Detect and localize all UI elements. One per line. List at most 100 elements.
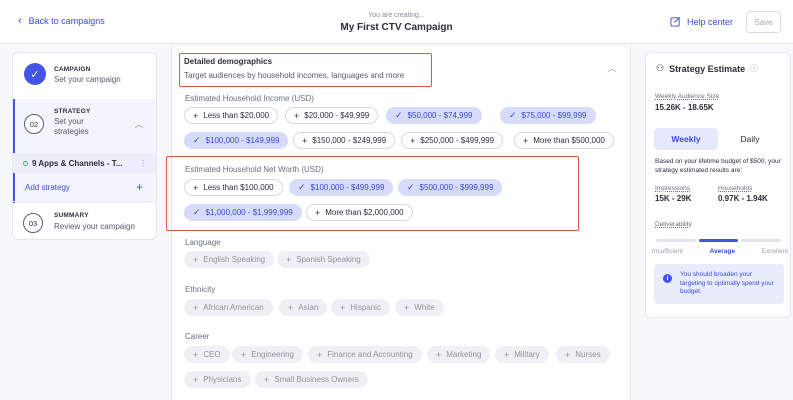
chevron-up-icon[interactable]: ︿: [135, 119, 143, 130]
deliverability-label: Deliverability: [655, 221, 692, 228]
option-chip-label: Engineering: [251, 350, 294, 359]
strategy-item[interactable]: 9 Apps & Channels - T... ⋮: [13, 153, 156, 173]
deliv-average: Average: [709, 248, 735, 255]
option-chip[interactable]: + Less than $20,000: [184, 107, 279, 124]
plus-icon: +: [317, 349, 323, 360]
option-chip[interactable]: + $20,000 - $49,999: [285, 107, 379, 124]
plus-icon: +: [302, 135, 308, 146]
option-chip-label: $50,000 - $74,999: [407, 111, 473, 120]
option-chip[interactable]: ✓ $1,000,000 - $1,999,999: [184, 204, 302, 221]
option-chip[interactable]: + English Speaking: [184, 251, 275, 268]
deliverability-labels: Insufficient Average Excellent: [652, 248, 788, 255]
plus-icon: +: [193, 110, 199, 121]
steps-sidebar: ✓ CAMPAIGN Set your campaign 02 STRATEGY…: [12, 52, 157, 240]
option-chip-label: $20,000 - $49,999: [304, 111, 370, 120]
option-chip[interactable]: ✓ $100,000 - $499,999: [289, 179, 394, 196]
demographics-panel: Detailed demographics Target audiences b…: [166, 46, 631, 400]
info-icon[interactable]: ⓘ: [750, 63, 758, 74]
option-chip-label: $250,000 - $499,999: [420, 136, 495, 145]
meter-segment-insufficient: [656, 239, 696, 242]
option-chip-label: Marketing: [446, 350, 482, 359]
option-chip[interactable]: + African American: [184, 299, 273, 316]
option-chip-label: More than $2,000,000: [325, 208, 404, 217]
option-chip-label: $500,000 - $999,999: [419, 183, 494, 192]
option-chip[interactable]: ✓ $500,000 - $999,999: [398, 179, 503, 196]
option-chip[interactable]: + Marketing: [427, 346, 491, 363]
deliv-excellent: Excellent: [761, 248, 788, 255]
info-icon: i: [663, 274, 672, 283]
check-icon: ✓: [407, 182, 415, 192]
option-chip[interactable]: + More than $500,000: [514, 132, 614, 149]
help-center-link[interactable]: Help center: [670, 16, 733, 27]
option-chip-label: Small Business Owners: [274, 375, 359, 384]
estimate-title-text: Strategy Estimate: [669, 63, 746, 74]
add-strategy-label: Add strategy: [25, 182, 70, 192]
option-chip[interactable]: + Nurses: [556, 346, 610, 363]
check-icon: ✓: [395, 110, 403, 120]
meter-segment-average: [698, 239, 739, 242]
more-options-icon[interactable]: ⋮: [139, 159, 147, 168]
option-chip-label: Nurses: [575, 350, 601, 359]
option-chip[interactable]: + $250,000 - $499,999: [401, 132, 504, 149]
info-text: You should broaden your targeting to opt…: [680, 271, 774, 295]
option-chip[interactable]: + Spanish Speaking: [277, 251, 370, 268]
option-chip[interactable]: + $150,000 - $249,999: [293, 132, 396, 149]
option-chip[interactable]: + Asian: [279, 299, 328, 316]
save-button[interactable]: Save: [746, 11, 781, 33]
weekly-audience-value: 15.26K - 18.65K: [655, 103, 714, 112]
toggle-daily[interactable]: Daily: [718, 128, 782, 150]
option-chip-label: Finance and Accounting: [327, 350, 413, 359]
option-chip[interactable]: + Less than $100,000: [184, 179, 283, 196]
households-value: 0.97K - 1.94K: [718, 194, 768, 203]
impressions-value: 15K - 29K: [655, 194, 692, 203]
step-number: 02: [24, 114, 44, 134]
help-center-label: Help center: [687, 16, 734, 27]
option-chip[interactable]: + Finance and Accounting: [308, 346, 422, 363]
option-chip-label: $150,000 - $249,999: [312, 136, 387, 145]
check-icon: ✓: [298, 182, 306, 192]
option-chip[interactable]: + Small Business Owners: [255, 371, 368, 388]
plus-icon: +: [294, 110, 300, 121]
option-chip-label: $100,000 - $149,999: [205, 136, 280, 145]
plus-icon: +: [288, 302, 294, 313]
plus-icon: +: [193, 254, 199, 265]
option-chip[interactable]: + Hispanic: [331, 299, 390, 316]
estimate-title: ⚇ Strategy Estimate ⓘ: [656, 63, 758, 74]
option-chip[interactable]: + Engineering: [232, 346, 303, 363]
option-chip-label: Military: [514, 350, 540, 359]
meter-segment-excellent: [741, 239, 782, 242]
option-chip[interactable]: ✓ $50,000 - $74,999: [386, 107, 482, 124]
users-icon: ⚇: [656, 63, 665, 73]
option-chip[interactable]: + More than $2,000,000: [306, 204, 413, 221]
option-chip-label: $75,000 - $99,999: [521, 111, 587, 120]
income-label: Estimated Household Income (USD): [185, 94, 314, 103]
chevron-up-icon[interactable]: ︿: [608, 63, 616, 74]
option-chip[interactable]: + White: [395, 299, 444, 316]
option-chip[interactable]: ✓ $100,000 - $149,999: [184, 132, 289, 149]
households-label: Households: [718, 185, 753, 192]
step-title: CAMPAIGN: [54, 66, 91, 73]
option-chip[interactable]: + Military: [495, 346, 549, 363]
check-icon: ✓: [193, 207, 201, 217]
option-chip-label: Less than $20,000: [203, 111, 270, 120]
career-label: Career: [185, 332, 210, 341]
plus-icon: +: [410, 135, 416, 146]
option-chip[interactable]: + Physicians: [184, 371, 251, 388]
option-chip[interactable]: + CEO: [184, 346, 230, 363]
weekly-audience-label: Weekly Audience Size: [655, 93, 720, 100]
option-chip[interactable]: ✓ $75,000 - $99,999: [500, 107, 596, 124]
check-icon: ✓: [193, 135, 201, 145]
impressions-label: Impressions: [655, 185, 691, 192]
step-summary[interactable]: 03 SUMMARY Review your campaign: [13, 201, 156, 239]
option-chip-label: Spanish Speaking: [296, 255, 361, 264]
toggle-weekly[interactable]: Weekly: [654, 128, 718, 150]
section-title: Detailed demographics: [184, 57, 273, 66]
ethnicity-label: Ethnicity: [185, 285, 216, 294]
deliv-insufficient: Insufficient: [652, 248, 683, 255]
step-campaign[interactable]: ✓ CAMPAIGN Set your campaign: [13, 53, 156, 97]
option-chip-label: Asian: [298, 303, 319, 312]
option-chip-label: African American: [203, 303, 264, 312]
step-number: 03: [23, 213, 43, 233]
add-strategy-button[interactable]: Add strategy +: [13, 177, 156, 197]
option-chip-label: English Speaking: [203, 255, 266, 264]
